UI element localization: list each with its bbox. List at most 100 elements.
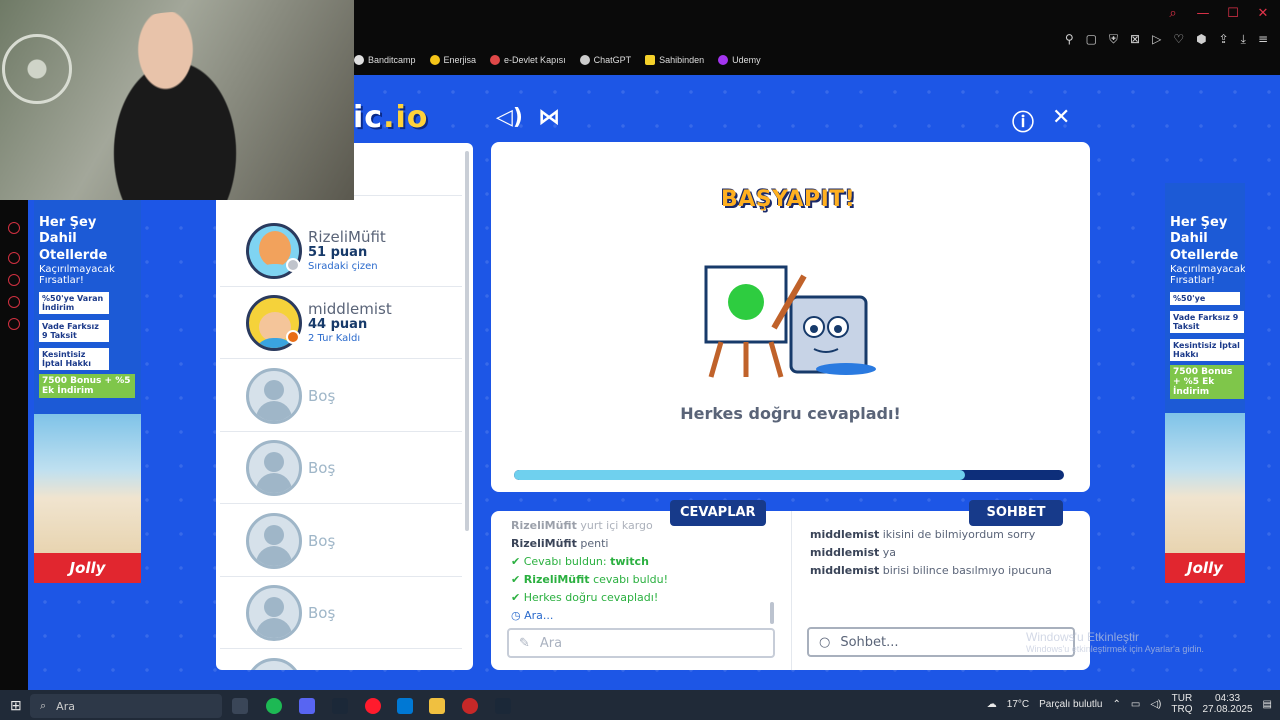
check-icon: ✔ xyxy=(511,555,521,568)
minimize-icon[interactable]: — xyxy=(1196,6,1210,21)
language-indicator[interactable]: TUR TRQ xyxy=(1171,693,1192,715)
empty-slot: Boş xyxy=(220,505,462,577)
sidebar-app-icon[interactable] xyxy=(8,296,20,308)
all-correct-line: ✔ Herkes doğru cevapladı! xyxy=(511,591,659,604)
tab-chat[interactable]: SOHBET xyxy=(969,500,1063,526)
answer-input[interactable]: ✎ Ara xyxy=(507,628,775,658)
pencil-icon: ✎ xyxy=(519,635,530,651)
answer-found-line: ✔ Cevabı buldun: twitch xyxy=(511,555,649,568)
sidebar-app-icon[interactable] xyxy=(8,252,20,264)
progress-fill xyxy=(514,470,965,480)
bookmark-banditcamp[interactable]: Banditcamp xyxy=(354,55,416,65)
round-progress-bar xyxy=(514,470,1064,480)
bookmark-icon xyxy=(645,55,656,65)
bookmark-udemy[interactable]: Udemy xyxy=(718,55,761,65)
weather-icon[interactable]: ☁ xyxy=(987,699,997,710)
masterpiece-banner: BAŞYAPIT! xyxy=(721,187,856,212)
status-dot xyxy=(286,330,300,344)
discord-icon[interactable] xyxy=(299,698,315,714)
taskbar-search[interactable]: ⌕ Ara xyxy=(30,694,222,718)
clock[interactable]: 04:33 27.08.2025 xyxy=(1202,693,1252,715)
download-icon[interactable]: ⤓ xyxy=(1241,32,1246,47)
share-icon[interactable]: ⋈ xyxy=(538,105,560,130)
answers-panel: RizeliMüfit yurt içi kargo RizeliMüfit p… xyxy=(491,511,791,670)
system-tray: ☁ 17°C Parçalı bulutlu ⌃ ▭ ◁) TUR TRQ 04:… xyxy=(986,693,1272,715)
bookmark-sahibinden[interactable]: Sahibinden xyxy=(645,55,704,65)
store-icon[interactable] xyxy=(397,698,413,714)
heart-icon[interactable]: ♡ xyxy=(1173,32,1184,47)
player-row[interactable]: RizeliMüfit 51 puan Sıradaki çizen xyxy=(220,215,462,287)
chat-line: middlemist ikisini de bilmiyordum sorry xyxy=(810,528,1036,541)
game-logo[interactable]: ic.io xyxy=(353,100,428,135)
check-icon: ✔ xyxy=(511,573,521,586)
bookmark-chatgpt[interactable]: ChatGPT xyxy=(579,55,631,65)
spotify-icon[interactable] xyxy=(266,698,282,714)
empty-slot xyxy=(220,650,462,670)
bookmark-icon xyxy=(354,55,364,65)
steam-icon[interactable] xyxy=(495,698,511,714)
jolly-logo: Jolly xyxy=(1165,553,1245,583)
bookmark-edevlet[interactable]: e-Devlet Kapısı xyxy=(490,55,566,65)
bookmark-enerjisa[interactable]: Enerjisa xyxy=(429,55,476,65)
play-icon[interactable]: ▷ xyxy=(1152,32,1161,47)
avatar xyxy=(246,439,302,496)
chat-log: middlemist ikisini de bilmiyordum sorry … xyxy=(810,528,1080,582)
player-row[interactable]: middlemist 44 puan 2 Tur Kaldı xyxy=(220,287,462,359)
app-icon[interactable] xyxy=(462,698,478,714)
sidebar-app-icon[interactable] xyxy=(8,318,20,330)
bookmark-icon xyxy=(490,55,501,65)
players-scrollbar[interactable] xyxy=(465,151,469,531)
opera-icon[interactable] xyxy=(365,698,381,714)
players-panel: RizeliMüfit 51 puan Sıradaki çizen middl… xyxy=(216,143,473,670)
streamer xyxy=(80,12,270,200)
network-icon[interactable]: ▭ xyxy=(1131,699,1140,710)
tray-chevron-icon[interactable]: ⌃ xyxy=(1113,699,1121,710)
bookmarks-bar: Banditcamp Enerjisa e-Devlet Kapısı Chat… xyxy=(354,55,761,65)
sidebar-app-icon[interactable] xyxy=(8,222,20,234)
answers-scrollbar[interactable] xyxy=(770,602,774,624)
check-icon: ✔ xyxy=(511,591,521,604)
answer-line: RizeliMüfit penti xyxy=(511,537,609,550)
chat-line: middlemist birisi bilince basılmıyo ipuc… xyxy=(810,564,1052,577)
windows-start-icon[interactable]: ⊞ xyxy=(10,697,22,714)
steam-icon[interactable] xyxy=(332,698,348,714)
empty-slot: Boş xyxy=(220,432,462,504)
sidebar-app-icon[interactable] xyxy=(8,274,20,286)
empty-slot: Boş xyxy=(220,577,462,649)
extensions-icon[interactable]: ⬢ xyxy=(1196,32,1206,47)
left-ad[interactable]: Her Şey Dahil Otellerde Kaçırılmayacak Fı… xyxy=(34,199,141,583)
screenshot-icon[interactable]: ▢ xyxy=(1086,32,1097,47)
tab-answers[interactable]: CEVAPLAR xyxy=(670,500,766,526)
maximize-icon[interactable]: ☐ xyxy=(1226,6,1240,21)
info-icon[interactable]: ⓘ xyxy=(1012,105,1034,137)
close-icon[interactable]: ✕ xyxy=(1256,6,1270,21)
vpn-icon[interactable]: ⊠ xyxy=(1130,32,1140,47)
share-icon[interactable]: ⇪ xyxy=(1219,32,1229,47)
close-icon[interactable]: ✕ xyxy=(1052,105,1070,130)
result-card: BAŞYAPIT! Herkes doğru cevapladı! xyxy=(491,142,1090,492)
search-icon[interactable]: ⌕ xyxy=(1166,6,1180,21)
shield-icon[interactable]: ⛨ xyxy=(1109,32,1118,47)
task-view-icon[interactable] xyxy=(232,698,248,714)
result-message: Herkes doğru cevapladı! xyxy=(680,404,901,423)
volume-icon[interactable]: ◁) xyxy=(1150,699,1161,710)
right-ad[interactable]: Her Şey Dahil Otellerde Kaçırılmayacak Fı… xyxy=(1165,183,1245,583)
sound-icon[interactable]: ◁) xyxy=(496,105,523,130)
menu-icon[interactable]: ≡ xyxy=(1258,32,1268,47)
player-points: 51 puan xyxy=(308,244,368,260)
pin-icon[interactable]: ⚲ xyxy=(1065,32,1074,47)
beach-image xyxy=(1165,413,1245,553)
browser-toolbar: ⚲ ▢ ⛨ ⊠ ▷ ♡ ⬢ ⇪ ⤓ ≡ xyxy=(1065,32,1268,47)
fan xyxy=(2,34,72,104)
file-explorer-icon[interactable] xyxy=(429,698,445,714)
avatar xyxy=(246,367,302,424)
bookmark-icon xyxy=(429,55,440,65)
window-controls: ⌕ — ☐ ✕ xyxy=(1166,6,1270,21)
empty-slot: Boş xyxy=(220,360,462,432)
bookmark-icon xyxy=(579,55,590,65)
sidebar-strip xyxy=(0,200,28,690)
bookmark-icon xyxy=(718,55,729,65)
notifications-icon[interactable]: ▤ xyxy=(1263,699,1272,710)
avatar xyxy=(246,584,302,641)
user-found-line: ✔ RizeliMüfit cevabı buldu! xyxy=(511,573,669,586)
